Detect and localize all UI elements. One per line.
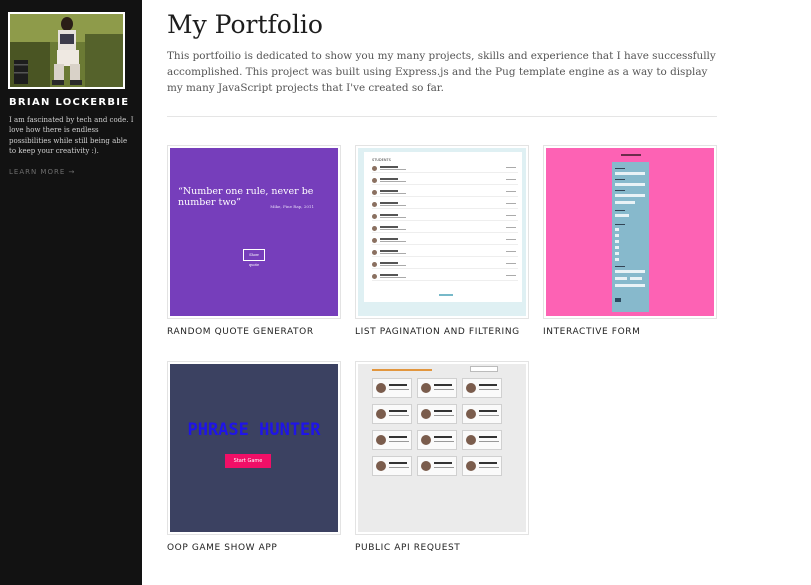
list-item [372, 166, 518, 173]
avatar [8, 12, 125, 89]
quote-text: “Number one rule, never be number two” [178, 186, 314, 208]
project-thumbnail[interactable] [543, 145, 717, 319]
list-item [372, 178, 518, 185]
interactive-form-preview [546, 148, 714, 316]
employee-card [462, 456, 502, 476]
employee-card [417, 456, 457, 476]
employee-card [417, 378, 457, 398]
list-item [372, 274, 518, 281]
list-item [372, 202, 518, 209]
employee-card [417, 430, 457, 450]
project-title[interactable]: LIST PAGINATION AND FILTERING [355, 325, 529, 339]
form-column [612, 162, 649, 312]
project-thumbnail[interactable]: STUDENTS [355, 145, 529, 319]
employee-card [417, 404, 457, 424]
game-title: PHRASE HUNTER [187, 420, 321, 440]
project-thumbnail[interactable] [355, 361, 529, 535]
divider [167, 116, 717, 117]
list-item [372, 238, 518, 245]
project-card-interactive-form[interactable]: INTERACTIVE FORM [543, 145, 717, 339]
project-title[interactable]: INTERACTIVE FORM [543, 325, 717, 339]
project-card-random-quote[interactable]: “Number one rule, never be number two” M… [167, 145, 341, 339]
list-pagination-preview: STUDENTS [358, 148, 526, 316]
api-header [372, 369, 432, 371]
profile-photo [10, 14, 123, 87]
quote-source: Mike, Fine Rap, 2011 [270, 204, 314, 209]
list-item [372, 250, 518, 257]
author-name: BRIAN LOCKERBIE [9, 97, 130, 108]
project-title[interactable]: OOP GAME SHOW APP [167, 541, 341, 555]
show-quote-button: Show quote [243, 249, 265, 267]
list-item [372, 214, 518, 221]
employee-card [372, 430, 412, 450]
employee-card [462, 430, 502, 450]
employee-card [462, 404, 502, 424]
list-item [372, 262, 518, 269]
employee-card [372, 456, 412, 476]
pagination [439, 294, 453, 296]
project-title[interactable]: RANDOM QUOTE GENERATOR [167, 325, 341, 339]
project-thumbnail[interactable]: PHRASE HUNTER Start Game [167, 361, 341, 535]
sidebar: BRIAN LOCKERBIE I am fascinated by tech … [0, 0, 142, 585]
public-api-preview [358, 364, 526, 532]
project-card-game-show[interactable]: PHRASE HUNTER Start Game OOP GAME SHOW A… [167, 361, 341, 555]
list-item [372, 226, 518, 233]
project-title[interactable]: PUBLIC API REQUEST [355, 541, 529, 555]
form-heading [621, 154, 641, 156]
employee-card [372, 404, 412, 424]
learn-more-link[interactable]: LEARN MORE → [9, 168, 75, 176]
intro-text: This portfoilio is dedicated to show you… [167, 50, 716, 94]
project-thumbnail[interactable]: “Number one rule, never be number two” M… [167, 145, 341, 319]
project-card-list-pagination[interactable]: STUDENTS LIST PAGINATION AND FILTERING [355, 145, 529, 339]
employee-card [462, 378, 502, 398]
student-list-sheet: STUDENTS [364, 152, 522, 302]
author-bio: I am fascinated by tech and code. I love… [9, 116, 134, 156]
list-item [372, 190, 518, 197]
game-show-preview: PHRASE HUNTER Start Game [170, 364, 338, 532]
employee-card [372, 378, 412, 398]
start-game-button: Start Game [225, 454, 271, 468]
project-card-public-api[interactable]: PUBLIC API REQUEST [355, 361, 529, 555]
page-title: My Portfolio [167, 10, 323, 39]
quote-generator-preview: “Number one rule, never be number two” M… [170, 148, 338, 316]
api-search-box [470, 366, 498, 372]
sheet-heading: STUDENTS [372, 158, 391, 162]
form-submit [615, 298, 621, 302]
